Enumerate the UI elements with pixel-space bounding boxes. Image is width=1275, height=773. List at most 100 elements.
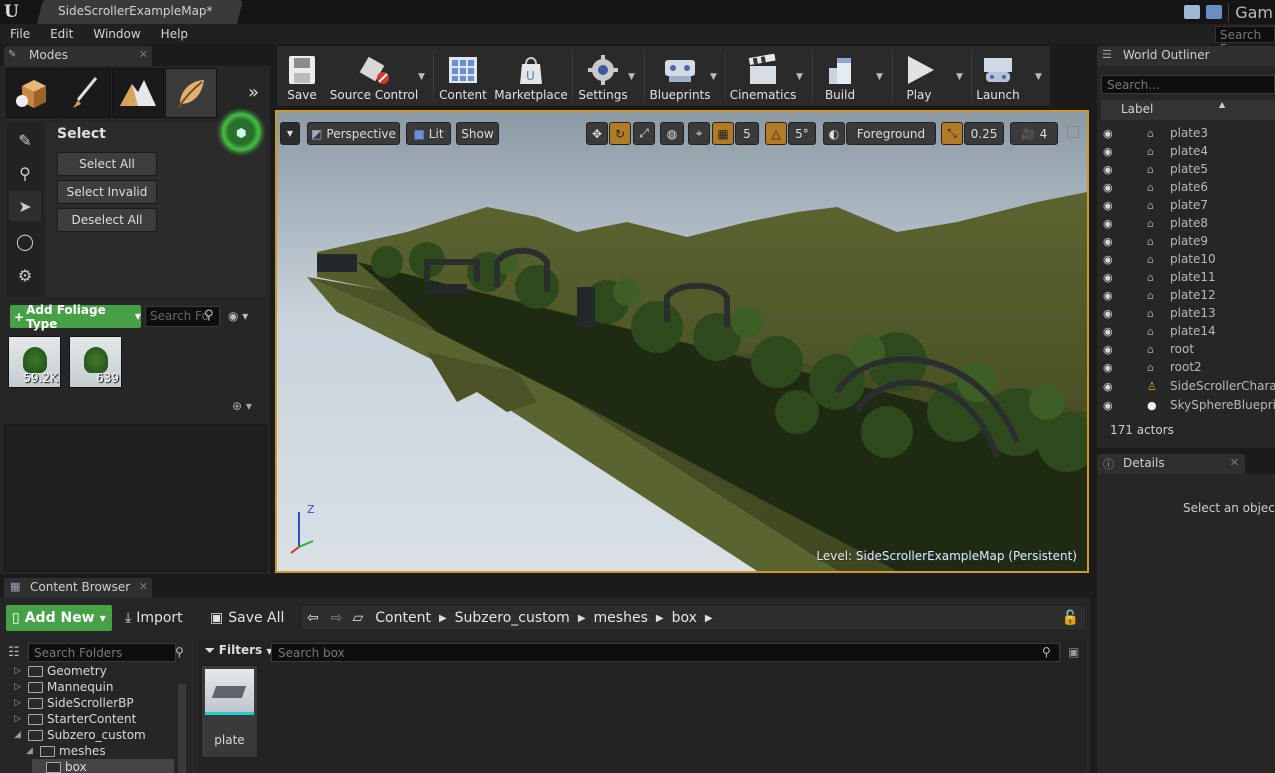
level-viewport[interactable]: ▼ ◩ Perspective ■ Lit Show ✥ ↻ ⤢ ◍ ⌖ ▦ 5… [275, 110, 1089, 573]
deselect-all-button[interactable]: Deselect All [57, 208, 157, 232]
expand-arrow-icon[interactable]: ▷ [14, 698, 24, 708]
list-item[interactable]: ◉ ⌂ plate4 [1101, 142, 1275, 160]
cinematics-button[interactable]: Cinematics [730, 48, 796, 106]
eye-icon[interactable]: ◉ [1103, 361, 1121, 374]
list-item[interactable]: ◉ ⌂ plate11 [1101, 268, 1275, 286]
foliage-reapply-tool-icon[interactable]: ⚲ [9, 158, 41, 188]
eye-icon[interactable]: ◉ [1103, 127, 1121, 140]
list-item[interactable]: ◉ ⌂ plate3 [1101, 124, 1275, 142]
add-new-button[interactable]: ▯ Add New ▼ [6, 605, 112, 631]
modes-tab[interactable]: ✎ Modes ✕ [4, 46, 152, 66]
settings-button[interactable]: Settings [578, 48, 628, 106]
outliner-column-header[interactable]: Label ▲ [1101, 100, 1275, 120]
list-item[interactable]: ◉ ♙ SideScrollerCharact [1101, 377, 1275, 395]
list-item[interactable]: ◉ ⌂ plate13 [1101, 304, 1275, 322]
place-mode-button[interactable] [6, 68, 58, 118]
eye-icon[interactable]: ◉ [1103, 235, 1121, 248]
list-item[interactable]: ◉ ⌂ plate10 [1101, 250, 1275, 268]
tree-folder-geometry[interactable]: ▷ Geometry [14, 663, 107, 679]
expand-arrow-icon[interactable]: ▷ [14, 682, 24, 692]
chevron-down-icon[interactable]: ▼ [1035, 72, 1042, 82]
collapse-arrow-icon[interactable]: ◢ [14, 730, 24, 740]
menu-file[interactable]: File [0, 27, 40, 41]
tree-folder-startercontent[interactable]: ▷ StarterContent [14, 711, 136, 727]
eye-icon[interactable]: ◉ [1103, 181, 1121, 194]
list-item[interactable]: ◉ ⌂ plate14 [1101, 322, 1275, 340]
scale-snap-icon[interactable]: ⤡ [941, 122, 963, 145]
eye-icon[interactable]: ◉ [1103, 145, 1121, 158]
surface-snap-icon[interactable]: ⌖ [688, 122, 710, 145]
breadcrumb-separator-icon[interactable]: ▶ [656, 613, 664, 624]
list-item[interactable]: ◉ ⌂ plate8 [1101, 214, 1275, 232]
breadcrumb-separator-icon[interactable]: ▶ [578, 613, 586, 624]
build-button[interactable]: Build [818, 48, 862, 106]
list-item[interactable]: ◉ ⌂ root [1101, 340, 1275, 358]
tree-folder-box[interactable]: box [32, 759, 174, 773]
eye-icon[interactable]: ◉ [1103, 199, 1121, 212]
add-foliage-type-button[interactable]: + Add Foliage Type ▼ [10, 303, 141, 331]
list-item[interactable]: ◉ ⌂ plate5 [1101, 160, 1275, 178]
rotate-mode-icon[interactable]: ↻ [609, 122, 631, 145]
foliage-type-thumbnail[interactable]: 639 [69, 336, 122, 388]
eye-icon[interactable]: ◉ [1103, 380, 1121, 393]
rotation-snap-value[interactable]: 5° [788, 122, 816, 145]
foliage-mode-button[interactable] [165, 68, 217, 118]
lit-dropdown[interactable]: ■ Lit [406, 122, 451, 145]
eye-icon[interactable]: ◉ [1103, 399, 1121, 412]
breadcrumb-meshes[interactable]: meshes [586, 610, 656, 626]
static-mesh-thumbnail[interactable] [205, 669, 254, 715]
eye-icon[interactable]: ◉ [1103, 271, 1121, 284]
layer-icon[interactable]: ◐ [823, 122, 845, 145]
eye-icon[interactable]: ◉ [1103, 163, 1121, 176]
breadcrumb-separator-icon[interactable]: ▶ [439, 613, 447, 624]
close-icon[interactable]: ✕ [139, 580, 148, 593]
source-control-button[interactable]: Source Control [330, 48, 418, 106]
back-arrow-icon[interactable]: ⇦ [301, 610, 325, 626]
landscape-mode-button[interactable] [112, 68, 164, 118]
learn-icon[interactable] [1206, 5, 1223, 19]
folder-search-input[interactable]: Search Folders [28, 643, 176, 662]
menu-edit[interactable]: Edit [40, 27, 83, 41]
content-browser-tab[interactable]: ▦ Content Browser ✕ [4, 578, 152, 598]
grid-snap-icon[interactable]: ▦ [712, 122, 734, 145]
breadcrumb-content[interactable]: Content [367, 610, 439, 626]
list-item[interactable]: ◉ ⌂ plate6 [1101, 178, 1275, 196]
magnifier-dropdown-icon[interactable]: ⊕ ▾ [232, 399, 252, 413]
eye-icon[interactable]: ◉ [1103, 307, 1121, 320]
world-local-icon[interactable]: ◍ [660, 122, 684, 145]
lock-icon[interactable]: 🔓 [1062, 610, 1085, 626]
tree-folder-mannequin[interactable]: ▷ Mannequin [14, 679, 113, 695]
select-all-button[interactable]: Select All [57, 152, 157, 176]
foliage-fill-tool-icon[interactable]: ⚙ [9, 260, 41, 290]
show-dropdown[interactable]: Show [456, 122, 499, 145]
eye-icon[interactable]: ◉ [1103, 325, 1121, 338]
chevrons-right-icon[interactable]: » [248, 82, 259, 103]
marketplace-button[interactable]: U Marketplace [494, 48, 568, 106]
feedback-icon[interactable] [1184, 5, 1201, 19]
paint-mode-button[interactable] [59, 68, 111, 118]
menu-help[interactable]: Help [151, 27, 198, 41]
list-item[interactable]: ◉ ⌂ plate9 [1101, 232, 1275, 250]
tree-folder-meshes[interactable]: ◢ meshes [26, 743, 106, 759]
rotation-snap-icon[interactable]: △ [765, 122, 787, 145]
list-item[interactable]: ◉ ⌂ plate7 [1101, 196, 1275, 214]
scale-mode-icon[interactable]: ⤢ [633, 122, 655, 145]
translate-mode-icon[interactable]: ✥ [586, 122, 608, 145]
import-button[interactable]: ⤓ Import [125, 607, 183, 629]
forward-arrow-icon[interactable]: ⇨ [325, 610, 349, 626]
eye-icon[interactable]: ◉ [1103, 343, 1121, 356]
foliage-type-thumbnail[interactable]: 59.2K [8, 336, 61, 388]
world-outliner-tab[interactable]: ☰ World Outliner [1097, 46, 1275, 66]
outliner-search-input[interactable]: Search... [1101, 75, 1275, 94]
scale-snap-value[interactable]: 0.25 [964, 122, 1004, 145]
select-invalid-button[interactable]: Select Invalid [57, 180, 157, 204]
viewport-options-dropdown[interactable]: ▼ [280, 122, 300, 145]
chevron-down-icon[interactable]: ▼ [710, 72, 717, 82]
expand-arrow-icon[interactable]: ▷ [14, 714, 24, 724]
grid-snap-value[interactable]: 5 [735, 122, 759, 145]
list-item[interactable]: ◉ ⌂ plate12 [1101, 286, 1275, 304]
close-icon[interactable]: ✕ [1230, 456, 1239, 469]
breadcrumb-subzero-custom[interactable]: Subzero_custom [447, 610, 578, 626]
tree-folder-sidescrollerbp[interactable]: ▷ SideScrollerBP [14, 695, 134, 711]
launch-button[interactable]: Launch [975, 48, 1021, 106]
